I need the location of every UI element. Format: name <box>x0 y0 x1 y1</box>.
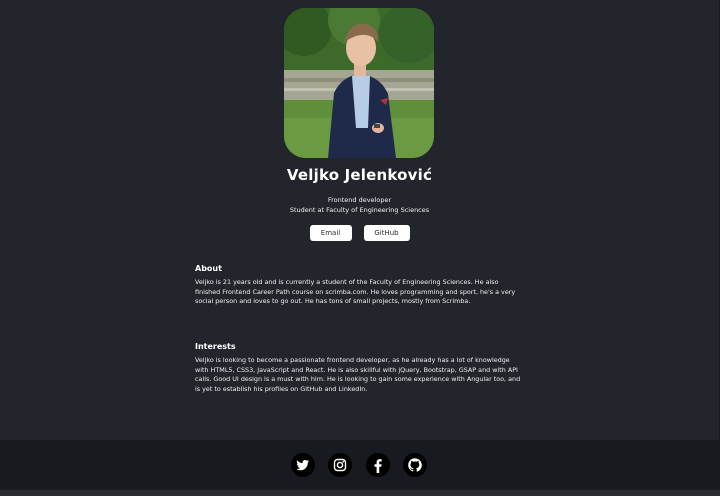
interests-section: Interests Veljko is looking to become a … <box>195 342 525 394</box>
about-text: Veljko is 21 years old and is currently … <box>195 278 516 306</box>
github-button[interactable]: GitHub <box>363 225 410 241</box>
footer <box>0 440 719 490</box>
bottom-bar <box>0 490 720 496</box>
profile-card: Veljko Jelenković Frontend developer Stu… <box>0 0 719 440</box>
github-icon[interactable] <box>402 452 428 478</box>
profile-role: Frontend developer Student at Faculty of… <box>0 195 719 215</box>
about-section: About Veljko is 21 years old and is curr… <box>195 264 525 307</box>
contact-buttons: Email GitHub <box>0 225 719 241</box>
about-heading: About <box>195 264 222 273</box>
instagram-icon[interactable] <box>327 452 353 478</box>
profile-name: Veljko Jelenković <box>286 166 433 184</box>
interests-text: Veljko is looking to become a passionate… <box>195 356 521 393</box>
interests-heading: Interests <box>195 342 236 351</box>
twitter-icon[interactable] <box>290 452 316 478</box>
facebook-icon[interactable] <box>365 452 391 478</box>
role-title: Frontend developer <box>327 196 392 204</box>
email-button[interactable]: Email <box>309 225 352 241</box>
role-school: Student at Faculty of Engineering Scienc… <box>289 206 430 214</box>
profile-photo <box>284 8 434 158</box>
